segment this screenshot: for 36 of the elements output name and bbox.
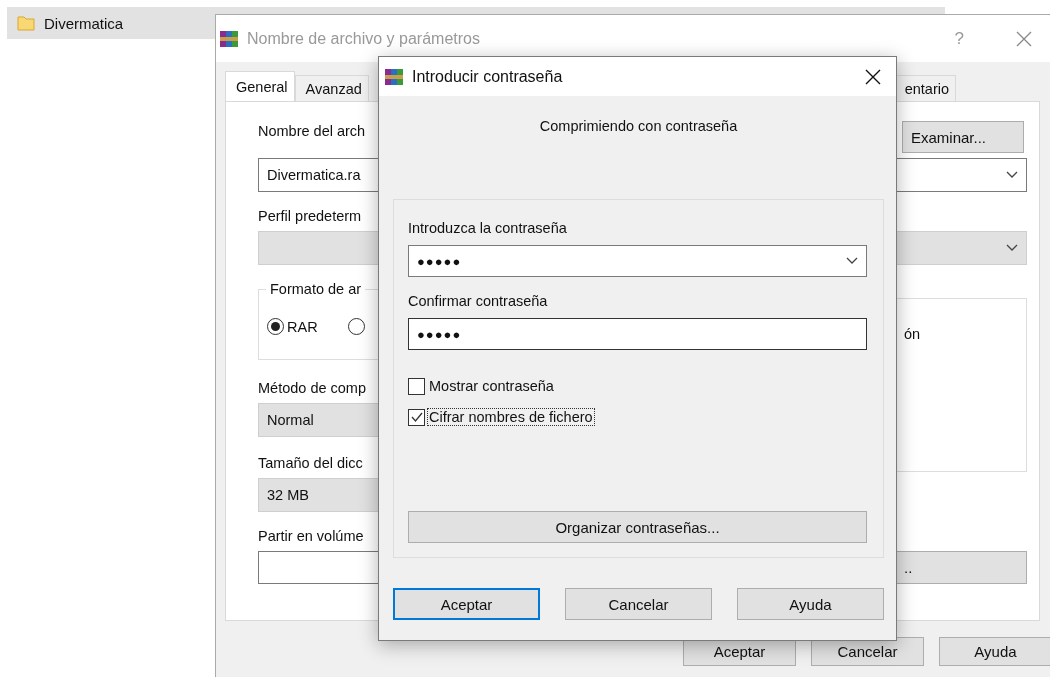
dialog-button[interactable]: Cancelar — [811, 637, 924, 666]
checkbox[interactable] — [408, 377, 425, 395]
window-title: Nombre de archivo y parámetros — [247, 29, 480, 48]
folder-name: Divermatica — [44, 14, 124, 32]
manage-passwords-button[interactable]: Organizar contraseñas... — [408, 511, 867, 543]
browse-button[interactable]: Examinar... — [902, 121, 1024, 153]
checkbox-label[interactable]: Cifrar nombres de fichero — [427, 408, 595, 426]
confirm-password-field[interactable]: ●●●●● — [408, 318, 867, 350]
tab[interactable]: General — [225, 71, 295, 101]
field-label: Nombre del arch — [258, 122, 366, 141]
dialog-button[interactable]: Ayuda — [939, 637, 1050, 666]
folder-icon — [17, 15, 35, 31]
dialog-button[interactable]: Aceptar — [393, 588, 540, 620]
dialog-button[interactable]: Cancelar — [565, 588, 712, 620]
field-label: Confirmar contraseña — [408, 292, 548, 311]
stacked-books-icon — [219, 28, 239, 49]
checkbox[interactable] — [408, 408, 425, 426]
checkbox-label[interactable]: Mostrar contraseña — [427, 377, 556, 395]
close-icon[interactable] — [865, 68, 881, 85]
dialog-title: Introducir contraseña — [412, 67, 563, 86]
chevron-down-icon — [1006, 171, 1018, 179]
radio-label: RAR — [287, 318, 318, 335]
group-label: Formato de ar — [266, 281, 366, 297]
field-label: Tamaño del dicc — [258, 454, 363, 473]
dialog-subtitle: Comprimiendo con contraseña — [538, 118, 739, 134]
field-label: Método de comp — [258, 379, 366, 398]
chevron-down-icon — [846, 257, 858, 265]
field-label: Introduzca la contraseña — [408, 219, 567, 238]
field-label: Partir en volúme — [258, 527, 364, 546]
chevron-down-icon — [1006, 244, 1018, 252]
password-field[interactable]: ●●●●● — [408, 245, 867, 277]
dialog-button[interactable]: Ayuda — [737, 588, 884, 620]
tab[interactable]: Avanzad — [294, 75, 369, 101]
option-text: ón — [904, 326, 921, 342]
stacked-books-icon — [384, 66, 404, 87]
field-label: Perfil predeterm — [258, 207, 362, 226]
